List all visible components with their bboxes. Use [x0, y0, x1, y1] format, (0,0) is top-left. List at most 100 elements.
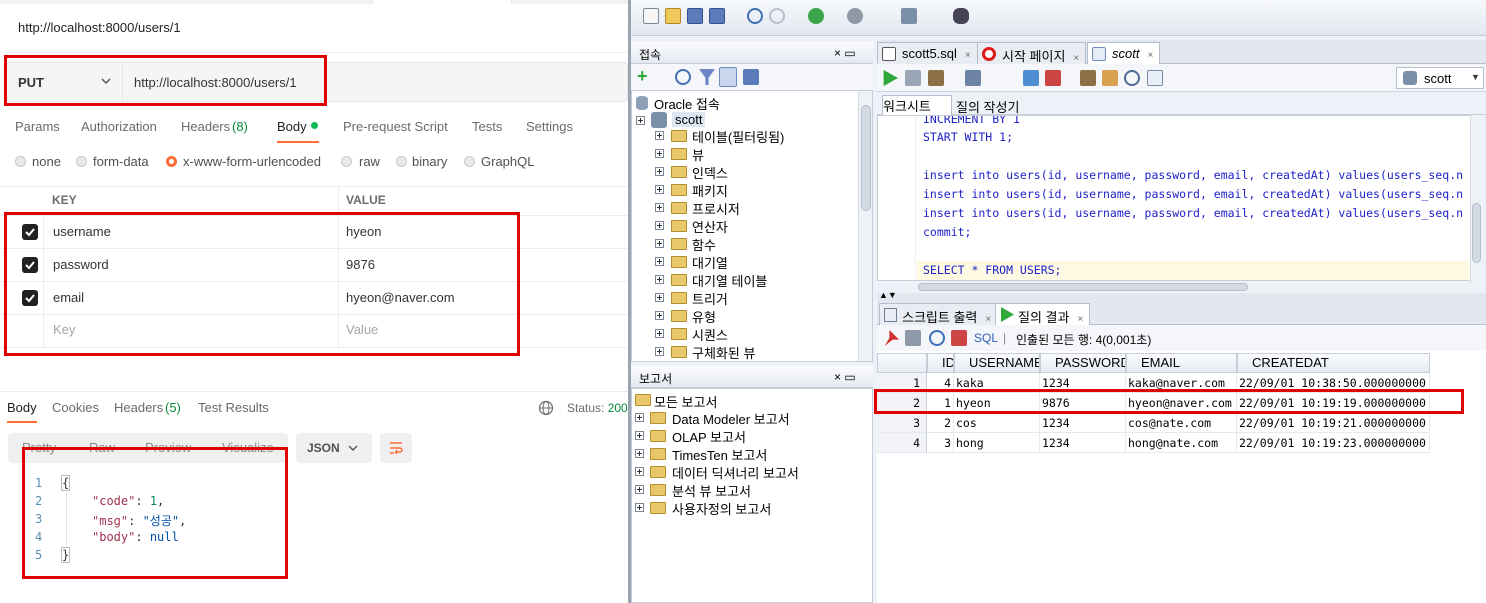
expand-toggle[interactable] [635, 503, 644, 512]
tree-item[interactable]: 뷰 [692, 145, 704, 164]
tree-item[interactable]: 대기열 테이블 [692, 271, 767, 290]
run-script-icon[interactable] [905, 70, 921, 86]
format-icon[interactable] [1147, 70, 1163, 86]
grid-cell-username[interactable]: cos [954, 413, 1040, 433]
col-header-password[interactable]: PASSWORD [1040, 353, 1126, 373]
rollback-icon[interactable] [1045, 70, 1061, 86]
grid-cell-password[interactable]: 1234 [1040, 413, 1126, 433]
sql-link[interactable]: SQL [974, 331, 998, 345]
radio-form-data[interactable] [76, 156, 87, 167]
add-connection-icon[interactable]: + [637, 67, 648, 85]
tab-params[interactable]: Params [15, 119, 60, 134]
tab-scott-worksheet[interactable]: scott × [1087, 42, 1161, 65]
report-item[interactable]: OLAP 보고서 [672, 427, 746, 446]
editor-hscrollbar[interactable] [900, 281, 1470, 293]
expand-toggle[interactable] [635, 485, 644, 494]
tab-headers[interactable]: Headers [181, 119, 230, 134]
expand-toggle[interactable] [655, 293, 664, 302]
expand-toggle[interactable] [655, 167, 664, 176]
save-all-icon[interactable] [709, 8, 725, 24]
tab-authorization[interactable]: Authorization [81, 119, 157, 134]
refresh-icon[interactable] [929, 330, 945, 346]
run-statement-icon[interactable] [883, 70, 898, 86]
expand-toggle[interactable] [655, 275, 664, 284]
expand-toggle[interactable] [655, 203, 664, 212]
splitter[interactable]: ▲▼ [877, 290, 1486, 301]
tree-item[interactable]: 테이블(필터링됨) [692, 127, 784, 146]
explain-plan-icon[interactable] [928, 70, 944, 86]
pin-icon[interactable] [884, 330, 899, 346]
grid-cell-email[interactable]: cos@nate.com [1126, 413, 1237, 433]
report-item[interactable]: 분석 뷰 보고서 [672, 481, 751, 500]
report-item[interactable]: 데이터 딕셔너리 보고서 [672, 463, 799, 482]
tree-item[interactable]: 프로시저 [692, 199, 740, 218]
tree-item[interactable]: 트리거 [692, 289, 728, 308]
close-icon[interactable]: × [965, 50, 971, 61]
filter-icon[interactable] [699, 69, 715, 85]
row-number[interactable]: 3 [877, 413, 927, 433]
open-folder-icon[interactable] [665, 8, 681, 24]
expand-toggle[interactable] [655, 311, 664, 320]
row-number[interactable]: 4 [877, 433, 927, 453]
grid-cell-id[interactable]: 3 [927, 433, 954, 453]
close-icon[interactable]: × [985, 314, 991, 325]
split-arrows-icon[interactable]: ▲▼ [879, 290, 897, 300]
expand-toggle[interactable] [655, 131, 664, 140]
tree-item[interactable]: 인덱스 [692, 163, 728, 182]
resp-tab-body[interactable]: Body [7, 400, 37, 415]
expand-toggle[interactable] [655, 185, 664, 194]
radio-graphql[interactable] [464, 156, 475, 167]
resp-tab-headers[interactable]: Headers [114, 400, 163, 415]
history-icon[interactable] [1124, 70, 1140, 86]
tree-scrollbar[interactable] [858, 91, 872, 361]
tab-worksheet[interactable]: 워크시트 [882, 95, 952, 117]
tab-query-result[interactable]: 질의 결과 × [995, 303, 1091, 325]
tab-query-builder[interactable]: 질의 작성기 [956, 97, 1019, 116]
db-connect-icon[interactable] [901, 8, 917, 24]
undo-icon[interactable] [747, 8, 763, 24]
expand-toggle[interactable] [635, 431, 644, 440]
expand-toggle[interactable] [635, 467, 644, 476]
eraser-icon[interactable] [1102, 70, 1118, 86]
expand-toggle[interactable] [655, 329, 664, 338]
scroll-thumb[interactable] [861, 105, 871, 211]
tab-tests[interactable]: Tests [472, 119, 502, 134]
expand-toggle[interactable] [635, 449, 644, 458]
panel-buttons[interactable]: × ▭ [834, 46, 856, 60]
scroll-thumb[interactable] [1472, 203, 1481, 263]
tab-pre-request-script[interactable]: Pre-request Script [343, 119, 448, 134]
tree-conn-scott[interactable]: scott [672, 112, 706, 127]
expand-toggle[interactable] [655, 257, 664, 266]
expand-toggle[interactable] [655, 347, 664, 356]
grid-cell-createdat[interactable]: 22/09/01 10:19:23.000000000 [1237, 433, 1430, 453]
connection-select[interactable]: scott ▼ [1396, 67, 1484, 89]
radio-raw[interactable] [341, 156, 352, 167]
save-icon[interactable] [687, 8, 703, 24]
delete-icon[interactable] [951, 330, 967, 346]
tab-start-page[interactable]: 시작 페이지 × [977, 42, 1087, 64]
tree-item[interactable]: 구체화된 뷰 [692, 343, 755, 362]
format-select[interactable]: JSON [296, 433, 372, 463]
forward-icon[interactable] [847, 8, 863, 24]
editor-scrollbar[interactable] [1470, 115, 1482, 283]
scroll-thumb[interactable] [918, 283, 1248, 291]
grid-cell-password[interactable]: 1234 [1040, 433, 1126, 453]
report-item[interactable]: 사용자정의 보고서 [672, 499, 771, 518]
resp-tab-cookies[interactable]: Cookies [52, 400, 99, 415]
panel-buttons[interactable]: × ▭ [834, 370, 856, 384]
resp-tab-test-results[interactable]: Test Results [198, 400, 269, 415]
schema-browser-icon[interactable] [719, 67, 737, 87]
expand-toggle[interactable] [655, 149, 664, 158]
grid-cell-username[interactable]: hong [954, 433, 1040, 453]
back-icon[interactable] [808, 8, 824, 24]
col-header-id[interactable]: ID [927, 353, 954, 373]
new-file-icon[interactable] [643, 8, 659, 24]
expand-toggle[interactable] [635, 413, 644, 422]
report-item[interactable]: TimesTen 보고서 [672, 445, 767, 464]
commit-icon[interactable] [1023, 70, 1039, 86]
wrap-lines-button[interactable] [380, 433, 412, 463]
grid-cell-createdat[interactable]: 22/09/01 10:19:21.000000000 [1237, 413, 1430, 433]
autotrace-icon[interactable] [965, 70, 981, 86]
report-item[interactable]: Data Modeler 보고서 [672, 409, 790, 428]
close-icon[interactable]: × [1147, 50, 1153, 61]
